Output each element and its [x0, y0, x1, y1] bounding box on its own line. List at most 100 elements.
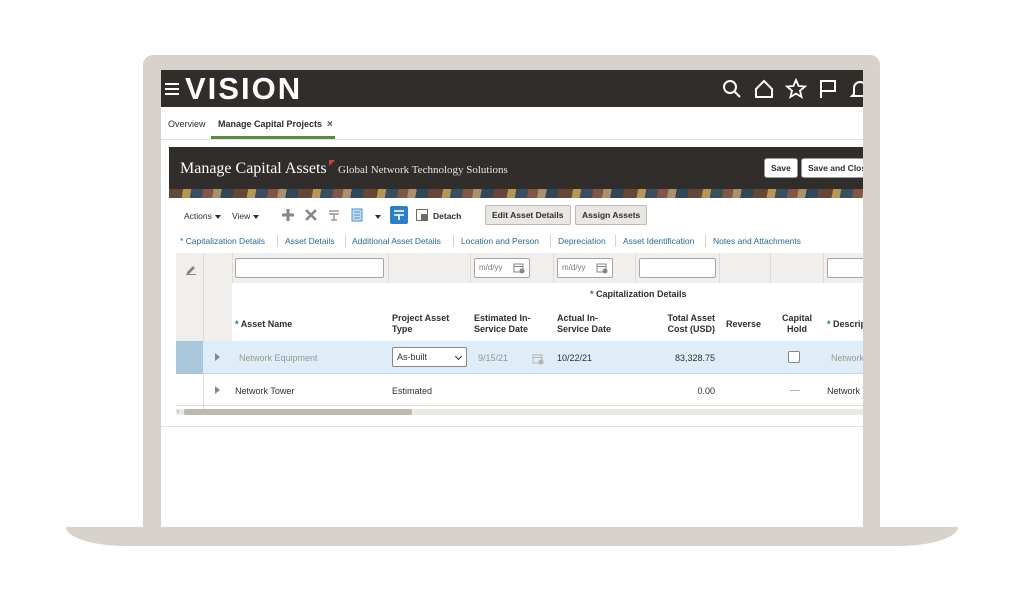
project-asset-type-cell: Estimated	[392, 386, 433, 396]
header-line: Hold	[787, 324, 807, 334]
required-marker: *	[827, 319, 831, 329]
chevron-down-icon	[454, 352, 463, 361]
calendar-icon	[532, 352, 544, 365]
save-button[interactable]: Save	[764, 158, 798, 178]
header-line: Total Asset	[667, 313, 715, 323]
column-header-reverse[interactable]: Reverse	[726, 319, 761, 330]
header-line: Type	[392, 324, 413, 334]
subtab-notes-and-attachments[interactable]: Notes and Attachments	[713, 236, 801, 246]
close-tab-icon[interactable]: ×	[327, 119, 333, 130]
scrollbar-thumb[interactable]	[184, 409, 412, 415]
select-value: As-built	[397, 352, 428, 362]
divider	[770, 253, 771, 283]
column-header-total-asset-cost[interactable]: Total Asset Cost (USD)	[639, 313, 715, 335]
column-header-actual-in-service-date[interactable]: Actual In- Service Date	[557, 313, 611, 335]
project-asset-type-select[interactable]: As-built	[392, 347, 467, 367]
page-title-banner: Manage Capital Assets Global Network Tec…	[169, 147, 863, 198]
title-accent-mark	[329, 160, 335, 166]
divider	[823, 253, 824, 283]
add-icon[interactable]	[281, 208, 295, 222]
description-cell: Network Equipment	[831, 353, 863, 363]
notifications-bell-icon[interactable]	[849, 78, 863, 100]
expand-row-icon[interactable]	[215, 353, 220, 361]
column-header-description[interactable]: * Description	[827, 319, 863, 330]
query-by-example-row: m/d/yy m/d/yy	[176, 253, 863, 283]
capitalization-details-group-title: * Capitalization Details	[590, 289, 687, 299]
calendar-icon[interactable]	[513, 262, 525, 274]
header-text: Asset Name	[240, 319, 293, 329]
subtab-location-and-person[interactable]: Location and Person	[461, 236, 539, 246]
divider	[719, 253, 720, 283]
screen: VISION Overview Manage Capital Projects ×…	[161, 70, 863, 527]
divider	[277, 235, 278, 247]
divider	[453, 235, 454, 247]
group-title-text: Capitalization Details	[596, 289, 687, 299]
divider	[388, 253, 389, 283]
clear-filter-pencil-icon[interactable]	[185, 262, 197, 275]
page-title: Manage Capital Assets	[180, 160, 327, 177]
calendar-icon[interactable]	[596, 262, 608, 274]
table-row[interactable]: Network Tower Estimated 0.00 Network Tow…	[176, 374, 863, 406]
assign-assets-button[interactable]: Assign Assets	[575, 205, 648, 225]
subtab-asset-details[interactable]: Asset Details	[285, 236, 335, 246]
view-label: View	[232, 211, 251, 221]
header-text: Description	[833, 319, 863, 329]
column-header-capital-hold[interactable]: Capital Hold	[776, 313, 818, 335]
flag-icon[interactable]	[817, 78, 839, 100]
hamburger-menu-icon[interactable]	[165, 80, 179, 96]
column-header-asset-name[interactable]: * Asset Name	[235, 319, 292, 330]
asset-name-filter-input[interactable]	[235, 258, 384, 278]
home-icon[interactable]	[753, 78, 775, 100]
save-and-close-button[interactable]: Save and Close	[801, 158, 863, 178]
header-line: Service Date	[557, 324, 612, 334]
divider	[635, 253, 636, 283]
date-placeholder: m/d/yy	[562, 263, 586, 272]
column-header-estimated-in-service-date[interactable]: Estimated In- Service Date	[474, 313, 531, 335]
laptop-base	[66, 527, 958, 546]
required-marker: *	[590, 289, 594, 299]
freeze-columns-icon[interactable]	[390, 206, 408, 224]
divider	[470, 253, 471, 283]
divider	[705, 235, 706, 247]
divider	[161, 426, 863, 427]
subtab-depreciation[interactable]: Depreciation	[558, 236, 606, 246]
capital-hold-checkbox[interactable]	[788, 351, 800, 363]
capital-assets-table: m/d/yy m/d/yy * Capitalization Details *…	[176, 253, 863, 415]
total-cost-filter-input[interactable]	[639, 258, 716, 278]
row-selector[interactable]	[176, 341, 203, 374]
capital-hold-empty-indicator	[790, 390, 800, 391]
subtab-asset-identification[interactable]: Asset Identification	[623, 236, 694, 246]
detach-button[interactable]: Detach	[433, 211, 461, 221]
column-header-project-asset-type[interactable]: Project Asset Type	[392, 313, 449, 335]
asset-name-cell: Network Equipment	[239, 353, 318, 363]
description-filter-input[interactable]	[827, 258, 863, 278]
split-icon[interactable]	[327, 208, 341, 222]
banner-decorative-strip	[169, 189, 863, 198]
document-icon[interactable]	[350, 208, 364, 222]
header-line: Project Asset	[392, 313, 450, 323]
tab-overview[interactable]: Overview	[168, 119, 206, 129]
favorites-star-icon[interactable]	[784, 77, 808, 100]
estimated-date-cell: 9/15/21	[478, 353, 509, 363]
subtab-additional-asset-details[interactable]: Additional Asset Details	[352, 236, 441, 246]
expand-row-icon[interactable]	[215, 386, 220, 394]
detach-icon[interactable]	[415, 208, 429, 222]
horizontal-scrollbar[interactable]: ‹	[176, 409, 863, 415]
tab-label: Manage Capital Projects	[218, 119, 323, 129]
delete-icon[interactable]	[304, 208, 318, 222]
estimated-date-filter-input[interactable]: m/d/yy	[474, 258, 530, 278]
edit-asset-details-button[interactable]: Edit Asset Details	[485, 205, 571, 225]
search-icon[interactable]	[721, 78, 743, 100]
table-row[interactable]: Network Equipment As-built 9/15/21 10/22…	[176, 341, 863, 374]
subtab-capitalization-details[interactable]: * Capitalization Details	[180, 236, 265, 246]
document-menu-chevron[interactable]	[372, 211, 381, 221]
app-header: VISION	[161, 70, 863, 107]
tab-manage-capital-projects[interactable]: Manage Capital Projects ×	[218, 119, 333, 130]
view-menu[interactable]: View	[232, 211, 260, 221]
scroll-left-icon[interactable]: ‹	[177, 409, 179, 415]
actual-date-filter-input[interactable]: m/d/yy	[557, 258, 613, 278]
total-cost-cell: 0.00	[697, 386, 715, 396]
actual-date-cell: 10/22/21	[557, 353, 593, 363]
divider	[553, 253, 554, 283]
actions-menu[interactable]: Actions	[184, 211, 221, 221]
